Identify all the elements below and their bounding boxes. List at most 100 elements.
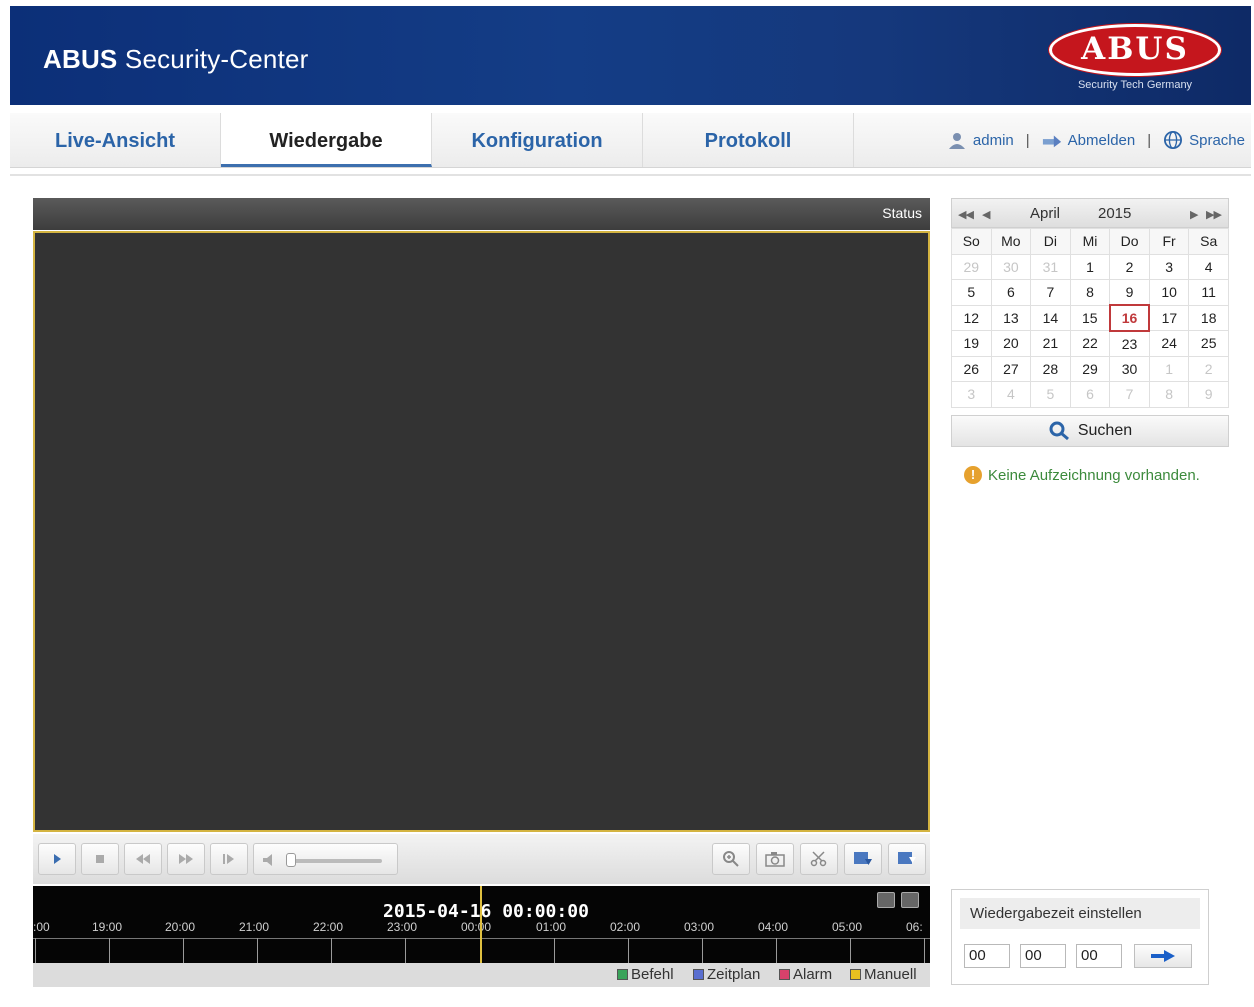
- timeline-tick: 03:00: [684, 920, 715, 934]
- calendar-day[interactable]: 18: [1188, 304, 1229, 331]
- search-button[interactable]: Suchen: [951, 415, 1229, 447]
- hour-input[interactable]: 00: [964, 944, 1010, 968]
- calendar-day[interactable]: 8: [1148, 381, 1190, 408]
- calendar-day[interactable]: 14: [1030, 304, 1071, 331]
- calendar-day[interactable]: 30: [990, 253, 1032, 280]
- calendar: ◀◀ ◀ April 2015 ▶ ▶▶ So Mo Di Mi Do Fr S…: [951, 198, 1229, 408]
- calendar-day[interactable]: 27: [990, 355, 1032, 382]
- logout-link[interactable]: Abmelden: [1068, 132, 1136, 149]
- tab-live-ansicht[interactable]: Live-Ansicht: [10, 113, 221, 167]
- calendar-day[interactable]: 25: [1188, 330, 1229, 357]
- video-player[interactable]: [33, 231, 930, 832]
- calendar-day[interactable]: 30: [1109, 355, 1150, 382]
- download-button[interactable]: [844, 843, 882, 875]
- fast-forward-icon: [179, 854, 193, 864]
- slow-button[interactable]: [124, 843, 162, 875]
- calendar-day[interactable]: 7: [1109, 381, 1150, 408]
- calendar-day[interactable]: 12: [951, 304, 992, 331]
- weekday-label: Mi: [1069, 228, 1111, 255]
- prev-year-icon[interactable]: ◀◀: [958, 208, 974, 221]
- calendar-day[interactable]: 7: [1030, 279, 1071, 306]
- tab-protokoll[interactable]: Protokoll: [643, 113, 854, 167]
- calendar-day[interactable]: 11: [1188, 279, 1229, 306]
- rewind-icon: [136, 854, 150, 864]
- weekday-label: Fr: [1148, 228, 1190, 255]
- calendar-day[interactable]: 2: [1188, 355, 1229, 382]
- camera-icon: [765, 852, 785, 867]
- next-year-icon[interactable]: ▶▶: [1206, 208, 1222, 221]
- timeline-tick: 23:00: [387, 920, 418, 934]
- status-label[interactable]: Status: [882, 205, 922, 221]
- timeline[interactable]: :00 19:00 20:00 21:00 22:00 23:00 00:00 …: [33, 886, 930, 963]
- minute-input[interactable]: 00: [1020, 944, 1066, 968]
- calendar-day[interactable]: 5: [951, 279, 992, 306]
- frame-step-button[interactable]: [210, 843, 248, 875]
- calendar-day[interactable]: 9: [1188, 381, 1229, 408]
- timeline-tick: 02:00: [610, 920, 641, 934]
- calendar-day[interactable]: 17: [1148, 304, 1190, 331]
- frame-step-icon: [223, 854, 234, 864]
- calendar-day[interactable]: 9: [1109, 279, 1150, 306]
- calendar-day[interactable]: 19: [951, 330, 992, 357]
- calendar-day[interactable]: 8: [1069, 279, 1111, 306]
- calendar-day[interactable]: 4: [990, 381, 1032, 408]
- user-icon: [948, 133, 965, 149]
- prev-month-icon[interactable]: ◀: [982, 208, 991, 221]
- play-button[interactable]: [38, 843, 76, 875]
- next-month-icon[interactable]: ▶: [1190, 208, 1199, 221]
- timeline-zoom-in-button[interactable]: [901, 892, 919, 908]
- calendar-day[interactable]: 3: [951, 381, 992, 408]
- weekday-label: Di: [1030, 228, 1071, 255]
- clip-button[interactable]: [800, 843, 838, 875]
- calendar-day[interactable]: 6: [1069, 381, 1111, 408]
- calendar-day[interactable]: 5: [1030, 381, 1071, 408]
- calendar-day[interactable]: 22: [1069, 330, 1111, 357]
- calendar-day[interactable]: 31: [1030, 253, 1071, 280]
- volume-track[interactable]: [290, 859, 382, 863]
- search-button-label: Suchen: [1077, 422, 1133, 439]
- user-name[interactable]: admin: [973, 132, 1014, 149]
- timeline-tick: 00:00: [461, 920, 492, 934]
- calendar-day-selected[interactable]: 16: [1108, 304, 1151, 332]
- calendar-day[interactable]: 1: [1148, 355, 1190, 382]
- calendar-day[interactable]: 29: [951, 253, 992, 280]
- calendar-day[interactable]: 15: [1069, 304, 1111, 331]
- calendar-day[interactable]: 6: [990, 279, 1032, 306]
- export-button[interactable]: [888, 843, 926, 875]
- legend-item-befehl: Befehl: [617, 966, 674, 983]
- calendar-grid: So Mo Di Mi Do Fr Sa 29 30 31 1 2 3 4 5 …: [951, 228, 1229, 408]
- fast-button[interactable]: [167, 843, 205, 875]
- legend-item-manuell: Manuell: [850, 966, 917, 983]
- calendar-day[interactable]: 2: [1109, 253, 1150, 280]
- second-input[interactable]: 00: [1076, 944, 1122, 968]
- calendar-day[interactable]: 1: [1069, 253, 1111, 280]
- legend-item-zeitplan: Zeitplan: [693, 966, 760, 983]
- timeline-zoom-out-button[interactable]: [877, 892, 895, 908]
- language-link[interactable]: Sprache: [1189, 132, 1245, 149]
- go-button[interactable]: [1134, 944, 1192, 968]
- tab-konfiguration[interactable]: Konfiguration: [432, 113, 643, 167]
- timeline-tick: 21:00: [239, 920, 270, 934]
- calendar-day[interactable]: 10: [1148, 279, 1190, 306]
- calendar-day[interactable]: 24: [1148, 330, 1190, 357]
- calendar-day[interactable]: 26: [951, 355, 992, 382]
- calendar-day[interactable]: 23: [1109, 330, 1150, 357]
- digital-zoom-button[interactable]: [712, 843, 750, 875]
- volume-slider-knob[interactable]: [286, 853, 296, 867]
- stop-button[interactable]: [81, 843, 119, 875]
- calendar-day[interactable]: 21: [1030, 330, 1071, 357]
- calendar-month: April: [1030, 205, 1061, 222]
- tab-wiedergabe[interactable]: Wiedergabe: [221, 113, 432, 167]
- calendar-day[interactable]: 4: [1188, 253, 1229, 280]
- calendar-day[interactable]: 29: [1069, 355, 1111, 382]
- snapshot-button[interactable]: [756, 843, 794, 875]
- logout-icon: [1042, 135, 1061, 148]
- volume-control[interactable]: [253, 843, 398, 875]
- calendar-day[interactable]: 20: [990, 330, 1032, 357]
- calendar-day[interactable]: 28: [1030, 355, 1071, 382]
- user-bar: admin | Abmelden | Sprache: [947, 131, 1245, 149]
- calendar-day[interactable]: 3: [1148, 253, 1190, 280]
- notice-text: Keine Aufzeichnung vorhanden.: [988, 466, 1200, 484]
- calendar-day[interactable]: 13: [990, 304, 1032, 331]
- timeline-cursor[interactable]: [480, 886, 482, 963]
